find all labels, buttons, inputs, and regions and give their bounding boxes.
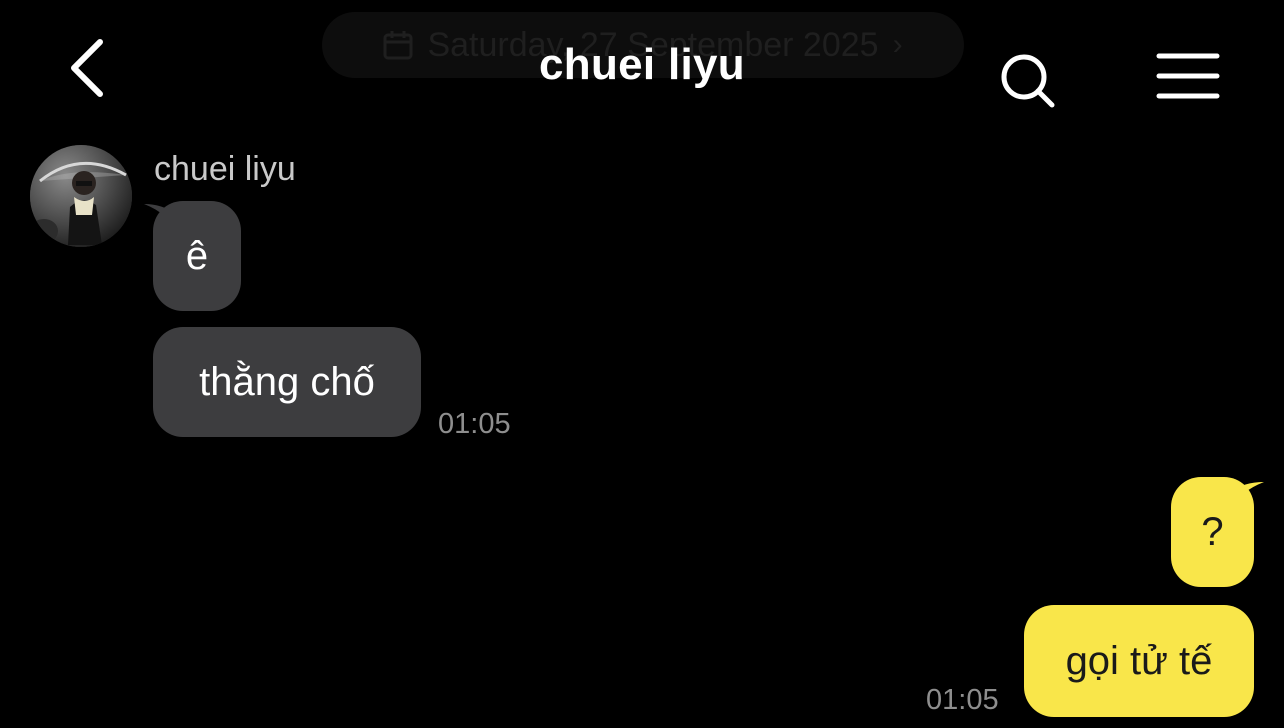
incoming-message[interactable]: thằng chố: [153, 327, 421, 437]
search-icon: [1001, 54, 1055, 108]
date-pill[interactable]: Saturday, 27 September 2025 ›: [322, 12, 964, 78]
chat-screen: Saturday, 27 September 2025 › chuei liyu: [0, 0, 1284, 728]
incoming-message[interactable]: ê: [153, 201, 241, 311]
chevron-left-icon: [71, 39, 103, 97]
message-timestamp: 01:05: [926, 684, 999, 716]
menu-button[interactable]: [1156, 52, 1220, 102]
hamburger-menu-icon: [1156, 53, 1220, 99]
sender-name: chuei liyu: [154, 150, 296, 188]
avatar-photo: [30, 145, 132, 247]
calendar-icon: [383, 31, 413, 60]
back-button[interactable]: [60, 36, 116, 100]
outgoing-message[interactable]: ?: [1171, 477, 1254, 587]
date-label: Saturday, 27 September 2025: [427, 25, 879, 64]
outgoing-message[interactable]: gọi tử tế: [1024, 605, 1254, 717]
message-timestamp: 01:05: [438, 408, 511, 440]
chevron-right-icon: ›: [892, 28, 903, 61]
search-button[interactable]: [996, 50, 1060, 110]
avatar[interactable]: [30, 145, 132, 247]
